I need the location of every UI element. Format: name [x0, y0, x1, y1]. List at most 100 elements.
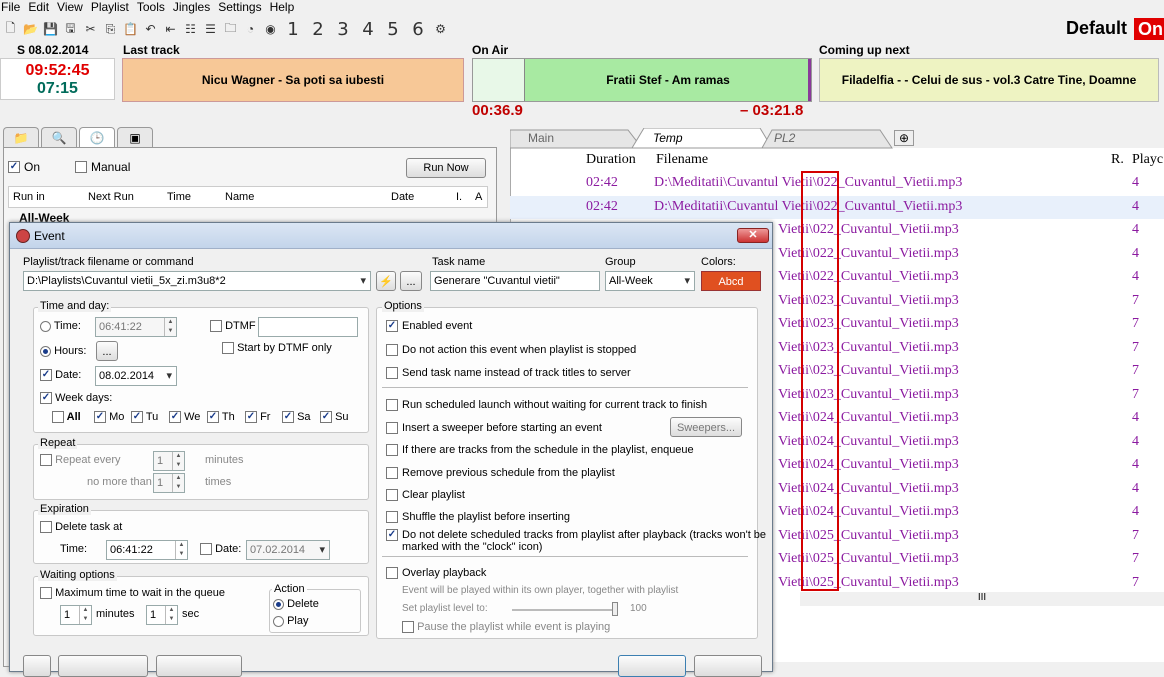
menu-jingles[interactable]: Jingles: [172, 0, 217, 14]
browse-button[interactable]: ...: [400, 271, 422, 291]
menu-help[interactable]: Help: [269, 0, 302, 14]
option-toggle[interactable]: Shuffle the playlist before inserting: [386, 511, 570, 523]
option-checkbox[interactable]: [386, 367, 398, 379]
scheduler-manual-toggle[interactable]: Manual: [75, 160, 130, 174]
task-name-input[interactable]: Generare "Cuvantul vietii": [430, 271, 600, 291]
day-checkbox[interactable]: [282, 411, 294, 424]
option-checkbox[interactable]: [386, 511, 398, 523]
option-toggle[interactable]: If there are tracks from the schedule in…: [386, 444, 694, 456]
option-toggle[interactable]: Insert a sweeper before starting an even…: [386, 422, 602, 434]
day-toggle-th[interactable]: Th: [207, 411, 235, 424]
option-toggle[interactable]: Enabled event: [386, 320, 472, 332]
chart-icon[interactable]: ◔: [242, 21, 259, 38]
tab-search[interactable]: 🔍: [41, 127, 77, 147]
help-button[interactable]: [23, 655, 51, 677]
lightning-icon[interactable]: ⚡: [376, 271, 396, 291]
sweepers-button[interactable]: Sweepers...: [670, 417, 742, 437]
dialog-title-bar[interactable]: Event: [10, 223, 772, 249]
option-toggle[interactable]: Do not delete scheduled tracks from play…: [386, 529, 766, 553]
day-checkbox[interactable]: [245, 411, 257, 424]
day-toggle-mo[interactable]: Mo: [94, 411, 124, 424]
exp-date-input[interactable]: 07.02.2014: [246, 540, 330, 560]
pause-playlist-checkbox[interactable]: [402, 621, 414, 634]
hours-button[interactable]: ...: [96, 341, 118, 361]
option-checkbox[interactable]: [386, 467, 398, 479]
day-checkbox[interactable]: [207, 411, 219, 424]
col-played[interactable]: Playc: [1132, 152, 1163, 168]
time-input[interactable]: 06:41:22 ▲ ▼: [95, 317, 177, 337]
close-icon[interactable]: ✕: [737, 228, 769, 243]
option-checkbox[interactable]: [386, 422, 398, 434]
wait-minutes-spinner[interactable]: ▲ ▼: [79, 606, 91, 624]
option-toggle[interactable]: Clear playlist: [386, 489, 465, 501]
copy-icon[interactable]: ⎘: [102, 21, 119, 38]
col-rating[interactable]: R.: [1111, 152, 1124, 168]
hours-radio-button[interactable]: [40, 345, 51, 357]
date-input[interactable]: 08.02.2014: [95, 366, 177, 386]
play-radio-button[interactable]: [273, 615, 284, 627]
day-toggle-all[interactable]: All: [52, 411, 81, 424]
pause-playlist-toggle[interactable]: Pause the playlist while event is playin…: [402, 621, 610, 634]
col-name[interactable]: Name: [225, 191, 254, 203]
action-play-radio[interactable]: Play: [273, 615, 308, 627]
dtmf-toggle[interactable]: DTMF: [210, 320, 256, 333]
new-icon[interactable]: 🗋: [2, 21, 19, 38]
option-toggle[interactable]: Do not action this event when playlist i…: [386, 344, 636, 356]
tab-pl2[interactable]: PL2: [764, 128, 805, 148]
playlist-5-button[interactable]: 5: [382, 19, 404, 40]
menu-edit[interactable]: Edit: [27, 0, 56, 14]
add-list-icon[interactable]: ☷: [182, 21, 199, 38]
option-toggle[interactable]: Overlay playback: [386, 567, 486, 579]
paste-icon[interactable]: 📋: [122, 21, 139, 38]
option-checkbox[interactable]: [386, 344, 398, 356]
times-spinner[interactable]: ▲ ▼: [172, 474, 184, 492]
repeat-every-input[interactable]: 1 ▲ ▼: [153, 451, 185, 471]
day-checkbox[interactable]: [131, 411, 143, 424]
color-picker[interactable]: Abcd: [701, 271, 761, 291]
exp-time-input[interactable]: 06:41:22 ▲ ▼: [106, 540, 188, 560]
delete-event-button[interactable]: [58, 655, 148, 677]
more-button[interactable]: [156, 655, 242, 677]
week-days-checkbox[interactable]: [40, 392, 52, 405]
time-spinner[interactable]: ▲ ▼: [164, 318, 176, 336]
undo-icon[interactable]: ↶: [142, 21, 159, 38]
dtmf-checkbox[interactable]: [210, 320, 222, 333]
playlist-3-button[interactable]: 3: [332, 19, 354, 40]
day-toggle-we[interactable]: We: [169, 411, 200, 424]
folder-add-icon[interactable]: 🗀: [222, 21, 239, 38]
horizontal-scrollbar[interactable]: III: [800, 592, 1164, 606]
manual-checkbox[interactable]: [75, 161, 87, 173]
delete-task-checkbox[interactable]: [40, 521, 52, 534]
add-tab-icon[interactable]: ⊕: [894, 130, 914, 146]
tab-main[interactable]: Main: [518, 128, 564, 148]
hours-radio[interactable]: Hours:: [40, 345, 86, 357]
playlist-command-input[interactable]: D:\Playlists\Cuvantul vietii_5x_zi.m3u8*…: [23, 271, 371, 291]
date-checkbox[interactable]: [40, 369, 52, 382]
on-checkbox[interactable]: [8, 161, 20, 173]
wait-minutes-input[interactable]: 1 ▲ ▼: [60, 605, 92, 625]
playlist-4-button[interactable]: 4: [357, 19, 379, 40]
col-i[interactable]: I.: [456, 191, 462, 203]
wait-seconds-input[interactable]: 1 ▲ ▼: [146, 605, 178, 625]
start-by-dtmf-toggle[interactable]: Start by DTMF only: [222, 342, 332, 355]
menu-settings[interactable]: Settings: [217, 0, 268, 14]
ok-button[interactable]: [618, 655, 686, 677]
repeat-spinner[interactable]: ▲ ▼: [172, 452, 184, 470]
tab-temp[interactable]: Temp: [643, 128, 693, 148]
cut-icon[interactable]: ✂: [82, 21, 99, 38]
day-checkbox[interactable]: [169, 411, 181, 424]
menu-playlist[interactable]: Playlist: [90, 0, 136, 14]
col-duration[interactable]: Duration: [586, 152, 636, 168]
start-dtmf-checkbox[interactable]: [222, 342, 234, 355]
date-toggle[interactable]: Date:: [40, 369, 81, 382]
max-wait-checkbox[interactable]: [40, 587, 52, 600]
option-checkbox[interactable]: [386, 489, 398, 501]
settings-gear-icon[interactable]: ⚙: [432, 21, 449, 38]
time-radio[interactable]: Time:: [40, 320, 81, 332]
exp-date-checkbox[interactable]: [200, 543, 212, 556]
group-select[interactable]: All-Week: [605, 271, 695, 291]
cancel-button[interactable]: [694, 655, 762, 677]
scheduler-on-toggle[interactable]: On: [8, 160, 40, 174]
day-toggle-tu[interactable]: Tu: [131, 411, 158, 424]
level-slider-thumb[interactable]: [612, 602, 618, 616]
